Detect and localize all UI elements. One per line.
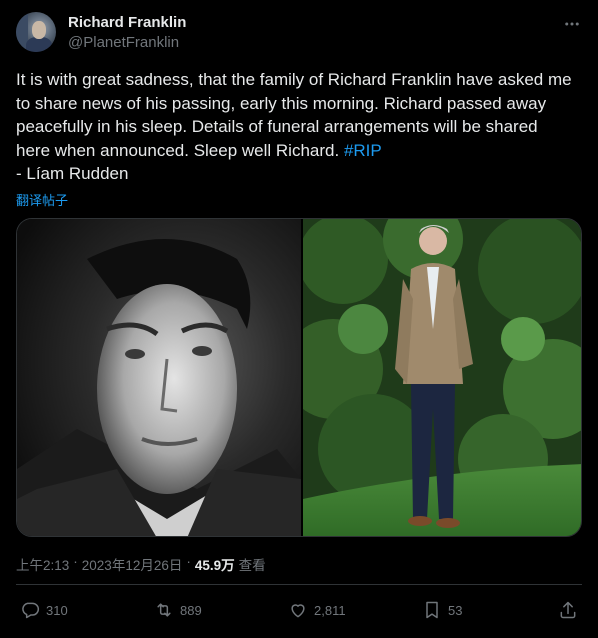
- more-icon[interactable]: [562, 14, 582, 34]
- user-name[interactable]: Richard Franklin: [68, 14, 186, 31]
- tweet-body: It is with great sadness, that the famil…: [16, 70, 577, 160]
- tweet-signature: - Líam Rudden: [16, 164, 129, 183]
- repost-count: 889: [180, 602, 202, 618]
- meta-separator: ·: [186, 554, 191, 569]
- tweet-date[interactable]: 2023年12月26日: [82, 554, 183, 574]
- reply-count: 310: [46, 602, 68, 618]
- like-count: 2,811: [314, 602, 346, 618]
- photo-garden-portrait[interactable]: [303, 219, 581, 536]
- meta-separator: ·: [73, 554, 78, 569]
- share-icon: [560, 601, 576, 619]
- like-icon: [291, 604, 305, 618]
- divider: [16, 584, 582, 585]
- bookmark-count: 53: [448, 602, 463, 618]
- tweet-header: Richard Franklin @PlanetFranklin: [16, 12, 582, 56]
- avatar[interactable]: [16, 12, 56, 52]
- tweet-text: It is with great sadness, that the famil…: [16, 68, 576, 186]
- hashtag-link[interactable]: #RIP: [344, 141, 382, 160]
- photo-black-white-portrait[interactable]: [17, 219, 301, 536]
- bookmark-button[interactable]: 53: [422, 600, 462, 620]
- repost-icon: [157, 603, 171, 617]
- tweet-time[interactable]: 上午2:13: [16, 554, 69, 574]
- user-handle[interactable]: @PlanetFranklin: [68, 34, 179, 51]
- media-grid: [16, 218, 582, 537]
- reply-button[interactable]: 310: [20, 600, 68, 620]
- like-button[interactable]: 2,811: [288, 600, 346, 620]
- translate-link[interactable]: 翻译帖子: [16, 190, 68, 209]
- bookmark-icon: [426, 601, 438, 619]
- share-button[interactable]: [558, 600, 578, 620]
- views-count: 45.9万: [194, 558, 235, 573]
- action-bar: 310 889 2,811 53: [16, 600, 582, 626]
- tweet-container: Richard Franklin @PlanetFranklin It is w…: [0, 0, 598, 638]
- tweet-meta: 上午2:13 · 2023年12月26日 · 45.9万 查看: [16, 554, 266, 574]
- repost-button[interactable]: 889: [154, 600, 202, 620]
- reply-icon: [22, 602, 40, 619]
- views-label: 查看: [238, 558, 266, 573]
